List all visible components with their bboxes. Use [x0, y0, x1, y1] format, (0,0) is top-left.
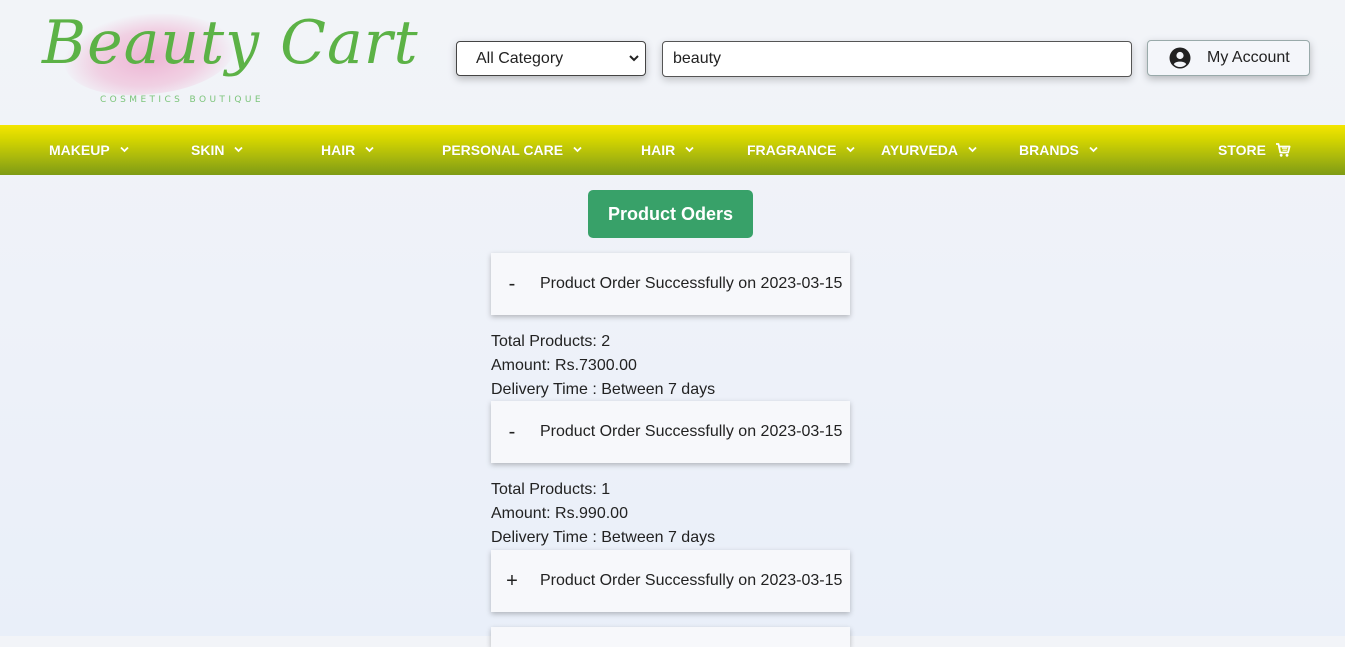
chevron-down-icon: [628, 52, 640, 67]
user-circle-icon: [1169, 47, 1191, 69]
order-accordion-header[interactable]: - Product Order Successfully on 2023-03-…: [491, 401, 850, 463]
collapse-icon: -: [508, 420, 516, 443]
nav-item-makeup[interactable]: MAKEUP: [49, 125, 129, 175]
order-accordion-header[interactable]: - Product Order Successfully on 2023-03-…: [491, 253, 850, 315]
chevron-down-icon: [234, 145, 244, 156]
nav-item-label: HAIR: [321, 142, 356, 158]
nav-item-personal-care[interactable]: PERSONAL CARE: [442, 125, 582, 175]
chevron-down-icon: [968, 145, 977, 156]
order-amount: Amount: Rs.7300.00: [491, 357, 637, 374]
nav-item-label: PERSONAL CARE: [442, 142, 564, 158]
nav-item-label: BRANDS: [1019, 142, 1079, 158]
site-header: Beauty Cart COSMETICS BOUTIQUE All Categ…: [0, 0, 1345, 125]
nav-item-ayurveda[interactable]: AYURVEDA: [881, 125, 977, 175]
collapse-icon: -: [508, 272, 516, 295]
chevron-down-icon: [846, 145, 856, 156]
logo-tagline: COSMETICS BOUTIQUE: [100, 95, 264, 105]
search-input[interactable]: beauty: [662, 41, 1132, 77]
nav-item-hair-2[interactable]: HAIR: [641, 125, 694, 175]
order-total-products: Total Products: 1: [491, 481, 611, 498]
nav-item-label: AYURVEDA: [881, 142, 959, 158]
nav-item-label: SKIN: [191, 142, 225, 158]
nav-item-label: HAIR: [641, 142, 676, 158]
order-delivery-time: Delivery Time : Between 7 days: [491, 381, 716, 398]
nav-item-label: FRAGRANCE: [747, 142, 837, 158]
nav-item-brands[interactable]: BRANDS: [1019, 125, 1098, 175]
category-select-value: All Category: [476, 49, 564, 67]
category-navbar: MAKEUP SKIN HAIR PERSONAL CARE HAIR FRAG…: [0, 125, 1345, 175]
brand-logo[interactable]: Beauty Cart COSMETICS BOUTIQUE: [36, 2, 418, 114]
search-query: beauty: [673, 50, 722, 67]
nav-store-label: STORE: [1218, 142, 1266, 158]
order-accordion-header[interactable]: + Product Order Successfully on 2023-03-…: [491, 550, 850, 612]
order-amount: Amount: Rs.990.00: [491, 505, 628, 522]
expand-icon: +: [506, 569, 518, 592]
order-delivery-time: Delivery Time : Between 7 days: [491, 529, 716, 546]
order-total-products: Total Products: 2: [491, 333, 611, 350]
nav-item-hair[interactable]: HAIR: [321, 125, 374, 175]
order-details: Total Products: 2 Amount: Rs.7300.00 Del…: [491, 330, 715, 402]
nav-item-store[interactable]: STORE: [1218, 125, 1291, 175]
chevron-down-icon: [685, 145, 694, 156]
chevron-down-icon: [120, 145, 129, 156]
my-account-button[interactable]: My Account: [1147, 40, 1310, 76]
nav-item-label: MAKEUP: [49, 142, 110, 158]
my-account-label: My Account: [1207, 49, 1290, 66]
logo-title: Beauty Cart: [42, 8, 419, 78]
nav-item-skin[interactable]: SKIN: [191, 125, 244, 175]
order-title: Product Order Successfully on 2023-03-15: [540, 423, 843, 440]
order-title: Product Order Successfully on 2023-03-15: [540, 275, 843, 292]
order-details: Total Products: 1 Amount: Rs.990.00 Deli…: [491, 478, 715, 550]
chevron-down-icon: [573, 145, 582, 156]
order-title: Product Order Successfully on 2023-03-15: [540, 572, 843, 589]
chevron-down-icon: [1089, 145, 1098, 156]
category-select[interactable]: All Category: [456, 41, 646, 76]
order-accordion-header[interactable]: [491, 627, 850, 647]
chevron-down-icon: [365, 145, 374, 156]
nav-item-fragrance[interactable]: FRAGRANCE: [747, 125, 856, 175]
cart-icon: [1275, 143, 1291, 157]
product-orders-heading[interactable]: Product Oders: [588, 190, 753, 238]
